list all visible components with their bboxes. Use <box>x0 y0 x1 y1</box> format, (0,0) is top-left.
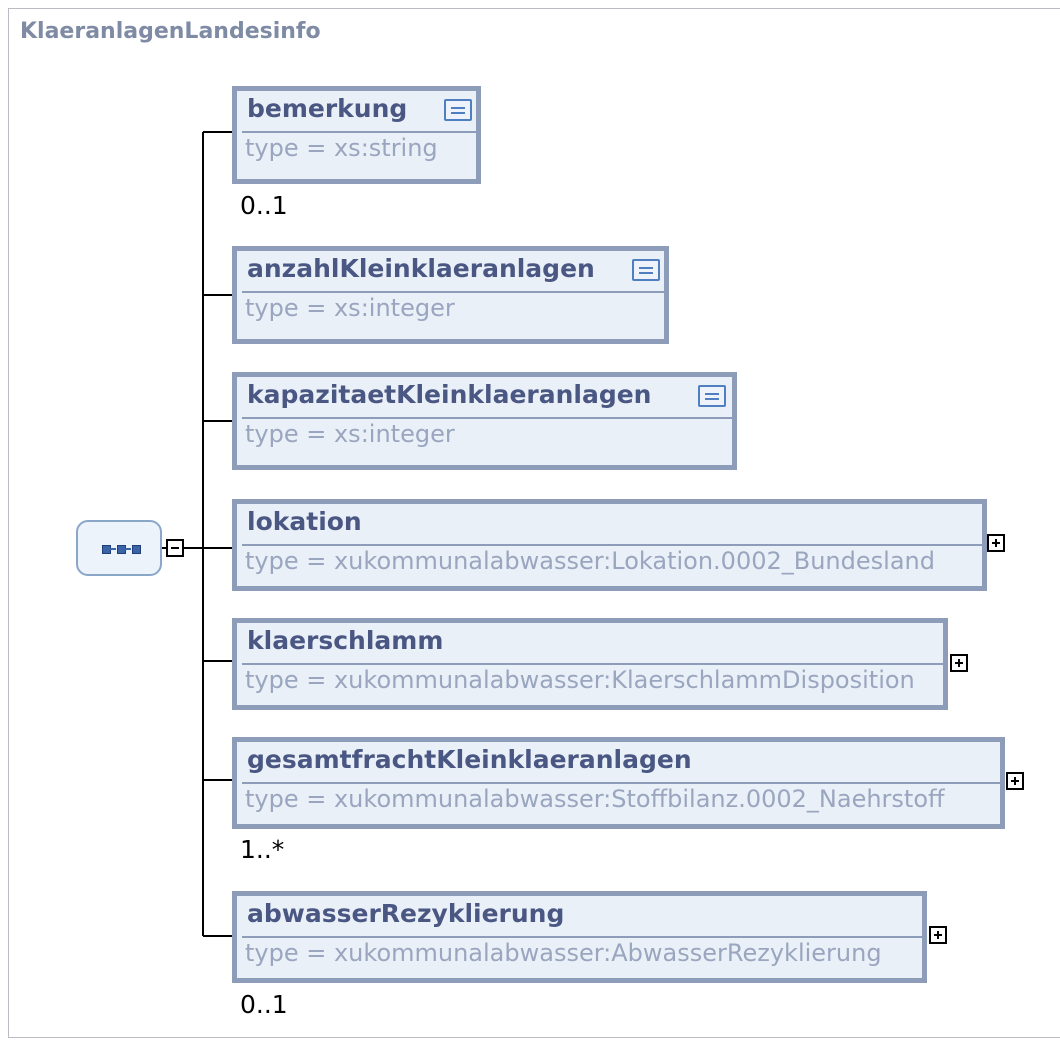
expand-gesamtfrachtKleinklaeranlagen-plus-box-icon[interactable] <box>1006 772 1024 790</box>
separator <box>242 417 732 419</box>
element-abwasserRezyklierung[interactable]: abwasserRezyklierung type = xukommunalab… <box>232 891 927 983</box>
element-type: type = xukommunalabwasser:AbwasserRezykl… <box>245 939 882 967</box>
element-kapazitaetKleinklaeranlagen[interactable]: kapazitaetKleinklaeranlagen type = xs:in… <box>232 372 737 470</box>
documentation-icon[interactable] <box>698 385 726 407</box>
separator <box>242 291 664 293</box>
element-type: type = xukommunalabwasser:KlaerschlammDi… <box>245 666 915 694</box>
element-gesamtfrachtKleinklaeranlagen[interactable]: gesamtfrachtKleinklaeranlagen type = xuk… <box>232 737 1005 829</box>
element-name: kapazitaetKleinklaeranlagen <box>247 380 652 409</box>
element-anzahlKleinklaeranlagen[interactable]: anzahlKleinklaeranlagen type = xs:intege… <box>232 246 669 344</box>
element-type: type = xs:integer <box>245 420 455 448</box>
separator <box>242 544 982 546</box>
element-bemerkung[interactable]: bemerkung type = xs:string <box>232 86 481 184</box>
element-type: type = xs:string <box>245 134 438 162</box>
cardinality-gesamtfrachtKleinklaeranlagen: 1..* <box>240 835 285 864</box>
documentation-icon[interactable] <box>444 99 472 121</box>
cardinality-abwasserRezyklierung: 0..1 <box>240 990 288 1019</box>
element-name: gesamtfrachtKleinklaeranlagen <box>247 745 692 774</box>
collapse-sequence-minus-box-icon[interactable] <box>166 539 184 557</box>
cardinality-bemerkung: 0..1 <box>240 191 288 220</box>
expand-lokation-plus-box-icon[interactable] <box>987 534 1005 552</box>
expand-klaerschlamm-plus-box-icon[interactable] <box>950 654 968 672</box>
documentation-icon[interactable] <box>632 259 660 281</box>
sequence-compositor-icon[interactable] <box>76 520 162 576</box>
expand-abwasserRezyklierung-plus-box-icon[interactable] <box>929 926 947 944</box>
element-name: abwasserRezyklierung <box>247 899 565 928</box>
element-name: lokation <box>247 507 362 536</box>
element-type: type = xukommunalabwasser:Stoffbilanz.00… <box>245 785 945 813</box>
separator <box>242 782 1000 784</box>
separator <box>242 131 476 133</box>
separator <box>242 663 943 665</box>
element-name: anzahlKleinklaeranlagen <box>247 254 595 283</box>
separator <box>242 936 922 938</box>
element-type: type = xs:integer <box>245 294 455 322</box>
element-name: klaerschlamm <box>247 626 444 655</box>
element-klaerschlamm[interactable]: klaerschlamm type = xukommunalabwasser:K… <box>232 618 948 710</box>
element-name: bemerkung <box>247 94 408 123</box>
element-lokation[interactable]: lokation type = xukommunalabwasser:Lokat… <box>232 499 987 591</box>
element-type: type = xukommunalabwasser:Lokation.0002_… <box>245 547 935 575</box>
